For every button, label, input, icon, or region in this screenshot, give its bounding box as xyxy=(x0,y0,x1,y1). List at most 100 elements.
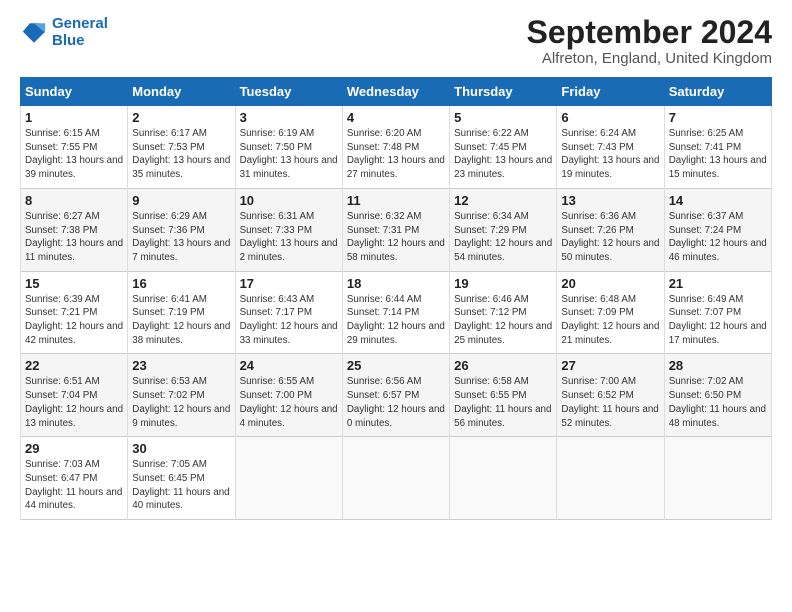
header: General Blue September 2024 Alfreton, En… xyxy=(20,16,772,67)
day-info: Sunrise: 6:19 AM Sunset: 7:50 PM Dayligh… xyxy=(240,127,338,182)
calendar-cell: 27 Sunrise: 7:00 AM Sunset: 6:52 PM Dayl… xyxy=(557,354,664,437)
col-thu: Thursday xyxy=(450,78,557,106)
day-number: 22 xyxy=(25,358,123,373)
calendar-cell: 30 Sunrise: 7:05 AM Sunset: 6:45 PM Dayl… xyxy=(128,437,235,520)
day-number: 26 xyxy=(454,358,552,373)
day-info: Sunrise: 7:03 AM Sunset: 6:47 PM Dayligh… xyxy=(25,458,123,513)
day-info: Sunrise: 6:29 AM Sunset: 7:36 PM Dayligh… xyxy=(132,210,230,265)
logo-text: General Blue xyxy=(52,16,108,49)
day-number: 23 xyxy=(132,358,230,373)
calendar-table: Sunday Monday Tuesday Wednesday Thursday… xyxy=(20,77,772,520)
day-number: 13 xyxy=(561,193,659,208)
day-number: 3 xyxy=(240,110,338,125)
day-number: 10 xyxy=(240,193,338,208)
day-info: Sunrise: 6:31 AM Sunset: 7:33 PM Dayligh… xyxy=(240,210,338,265)
day-info: Sunrise: 7:05 AM Sunset: 6:45 PM Dayligh… xyxy=(132,458,230,513)
calendar-cell: 24 Sunrise: 6:55 AM Sunset: 7:00 PM Dayl… xyxy=(235,354,342,437)
month-title: September 2024 xyxy=(527,16,772,48)
day-number: 24 xyxy=(240,358,338,373)
calendar-cell: 14 Sunrise: 6:37 AM Sunset: 7:24 PM Dayl… xyxy=(664,188,771,271)
calendar-cell: 22 Sunrise: 6:51 AM Sunset: 7:04 PM Dayl… xyxy=(21,354,128,437)
week-row-4: 29 Sunrise: 7:03 AM Sunset: 6:47 PM Dayl… xyxy=(21,437,772,520)
col-fri: Friday xyxy=(557,78,664,106)
header-row: Sunday Monday Tuesday Wednesday Thursday… xyxy=(21,78,772,106)
day-number: 19 xyxy=(454,276,552,291)
calendar-cell xyxy=(235,437,342,520)
day-info: Sunrise: 6:24 AM Sunset: 7:43 PM Dayligh… xyxy=(561,127,659,182)
calendar-header: Sunday Monday Tuesday Wednesday Thursday… xyxy=(21,78,772,106)
title-section: September 2024 Alfreton, England, United… xyxy=(527,16,772,67)
day-number: 18 xyxy=(347,276,445,291)
day-number: 9 xyxy=(132,193,230,208)
col-sat: Saturday xyxy=(664,78,771,106)
calendar-cell xyxy=(450,437,557,520)
calendar-cell: 20 Sunrise: 6:48 AM Sunset: 7:09 PM Dayl… xyxy=(557,271,664,354)
day-number: 25 xyxy=(347,358,445,373)
col-wed: Wednesday xyxy=(342,78,449,106)
day-number: 7 xyxy=(669,110,767,125)
day-info: Sunrise: 6:15 AM Sunset: 7:55 PM Dayligh… xyxy=(25,127,123,182)
day-info: Sunrise: 7:02 AM Sunset: 6:50 PM Dayligh… xyxy=(669,375,767,430)
calendar-cell: 8 Sunrise: 6:27 AM Sunset: 7:38 PM Dayli… xyxy=(21,188,128,271)
day-number: 21 xyxy=(669,276,767,291)
day-number: 2 xyxy=(132,110,230,125)
calendar-cell: 11 Sunrise: 6:32 AM Sunset: 7:31 PM Dayl… xyxy=(342,188,449,271)
logo-line1: General xyxy=(52,15,108,32)
calendar-cell: 17 Sunrise: 6:43 AM Sunset: 7:17 PM Dayl… xyxy=(235,271,342,354)
calendar-cell: 15 Sunrise: 6:39 AM Sunset: 7:21 PM Dayl… xyxy=(21,271,128,354)
day-info: Sunrise: 6:34 AM Sunset: 7:29 PM Dayligh… xyxy=(454,210,552,265)
day-info: Sunrise: 7:00 AM Sunset: 6:52 PM Dayligh… xyxy=(561,375,659,430)
day-number: 15 xyxy=(25,276,123,291)
week-row-0: 1 Sunrise: 6:15 AM Sunset: 7:55 PM Dayli… xyxy=(21,106,772,189)
day-number: 20 xyxy=(561,276,659,291)
day-number: 6 xyxy=(561,110,659,125)
logo-icon xyxy=(20,19,48,47)
day-number: 17 xyxy=(240,276,338,291)
day-info: Sunrise: 6:56 AM Sunset: 6:57 PM Dayligh… xyxy=(347,375,445,430)
calendar-cell: 29 Sunrise: 7:03 AM Sunset: 6:47 PM Dayl… xyxy=(21,437,128,520)
week-row-1: 8 Sunrise: 6:27 AM Sunset: 7:38 PM Dayli… xyxy=(21,188,772,271)
day-info: Sunrise: 6:55 AM Sunset: 7:00 PM Dayligh… xyxy=(240,375,338,430)
day-number: 11 xyxy=(347,193,445,208)
calendar-cell xyxy=(342,437,449,520)
day-info: Sunrise: 6:43 AM Sunset: 7:17 PM Dayligh… xyxy=(240,293,338,348)
day-number: 14 xyxy=(669,193,767,208)
calendar-cell: 13 Sunrise: 6:36 AM Sunset: 7:26 PM Dayl… xyxy=(557,188,664,271)
calendar-cell: 21 Sunrise: 6:49 AM Sunset: 7:07 PM Dayl… xyxy=(664,271,771,354)
col-tue: Tuesday xyxy=(235,78,342,106)
day-number: 30 xyxy=(132,441,230,456)
day-number: 1 xyxy=(25,110,123,125)
day-number: 16 xyxy=(132,276,230,291)
day-number: 12 xyxy=(454,193,552,208)
day-number: 8 xyxy=(25,193,123,208)
day-number: 29 xyxy=(25,441,123,456)
page: General Blue September 2024 Alfreton, En… xyxy=(0,0,792,530)
logo-line2: Blue xyxy=(52,32,85,49)
day-info: Sunrise: 6:25 AM Sunset: 7:41 PM Dayligh… xyxy=(669,127,767,182)
calendar-cell: 9 Sunrise: 6:29 AM Sunset: 7:36 PM Dayli… xyxy=(128,188,235,271)
day-info: Sunrise: 6:53 AM Sunset: 7:02 PM Dayligh… xyxy=(132,375,230,430)
day-number: 5 xyxy=(454,110,552,125)
calendar-cell: 28 Sunrise: 7:02 AM Sunset: 6:50 PM Dayl… xyxy=(664,354,771,437)
col-mon: Monday xyxy=(128,78,235,106)
day-number: 27 xyxy=(561,358,659,373)
day-info: Sunrise: 6:39 AM Sunset: 7:21 PM Dayligh… xyxy=(25,293,123,348)
day-info: Sunrise: 6:48 AM Sunset: 7:09 PM Dayligh… xyxy=(561,293,659,348)
calendar-cell: 6 Sunrise: 6:24 AM Sunset: 7:43 PM Dayli… xyxy=(557,106,664,189)
calendar-cell: 25 Sunrise: 6:56 AM Sunset: 6:57 PM Dayl… xyxy=(342,354,449,437)
calendar-cell: 26 Sunrise: 6:58 AM Sunset: 6:55 PM Dayl… xyxy=(450,354,557,437)
calendar-cell: 12 Sunrise: 6:34 AM Sunset: 7:29 PM Dayl… xyxy=(450,188,557,271)
calendar-cell: 10 Sunrise: 6:31 AM Sunset: 7:33 PM Dayl… xyxy=(235,188,342,271)
day-info: Sunrise: 6:51 AM Sunset: 7:04 PM Dayligh… xyxy=(25,375,123,430)
week-row-2: 15 Sunrise: 6:39 AM Sunset: 7:21 PM Dayl… xyxy=(21,271,772,354)
calendar-cell: 16 Sunrise: 6:41 AM Sunset: 7:19 PM Dayl… xyxy=(128,271,235,354)
day-info: Sunrise: 6:58 AM Sunset: 6:55 PM Dayligh… xyxy=(454,375,552,430)
calendar-cell xyxy=(664,437,771,520)
week-row-3: 22 Sunrise: 6:51 AM Sunset: 7:04 PM Dayl… xyxy=(21,354,772,437)
calendar-cell: 7 Sunrise: 6:25 AM Sunset: 7:41 PM Dayli… xyxy=(664,106,771,189)
calendar-cell: 5 Sunrise: 6:22 AM Sunset: 7:45 PM Dayli… xyxy=(450,106,557,189)
calendar-cell: 19 Sunrise: 6:46 AM Sunset: 7:12 PM Dayl… xyxy=(450,271,557,354)
day-info: Sunrise: 6:49 AM Sunset: 7:07 PM Dayligh… xyxy=(669,293,767,348)
calendar-cell: 1 Sunrise: 6:15 AM Sunset: 7:55 PM Dayli… xyxy=(21,106,128,189)
calendar-cell: 3 Sunrise: 6:19 AM Sunset: 7:50 PM Dayli… xyxy=(235,106,342,189)
